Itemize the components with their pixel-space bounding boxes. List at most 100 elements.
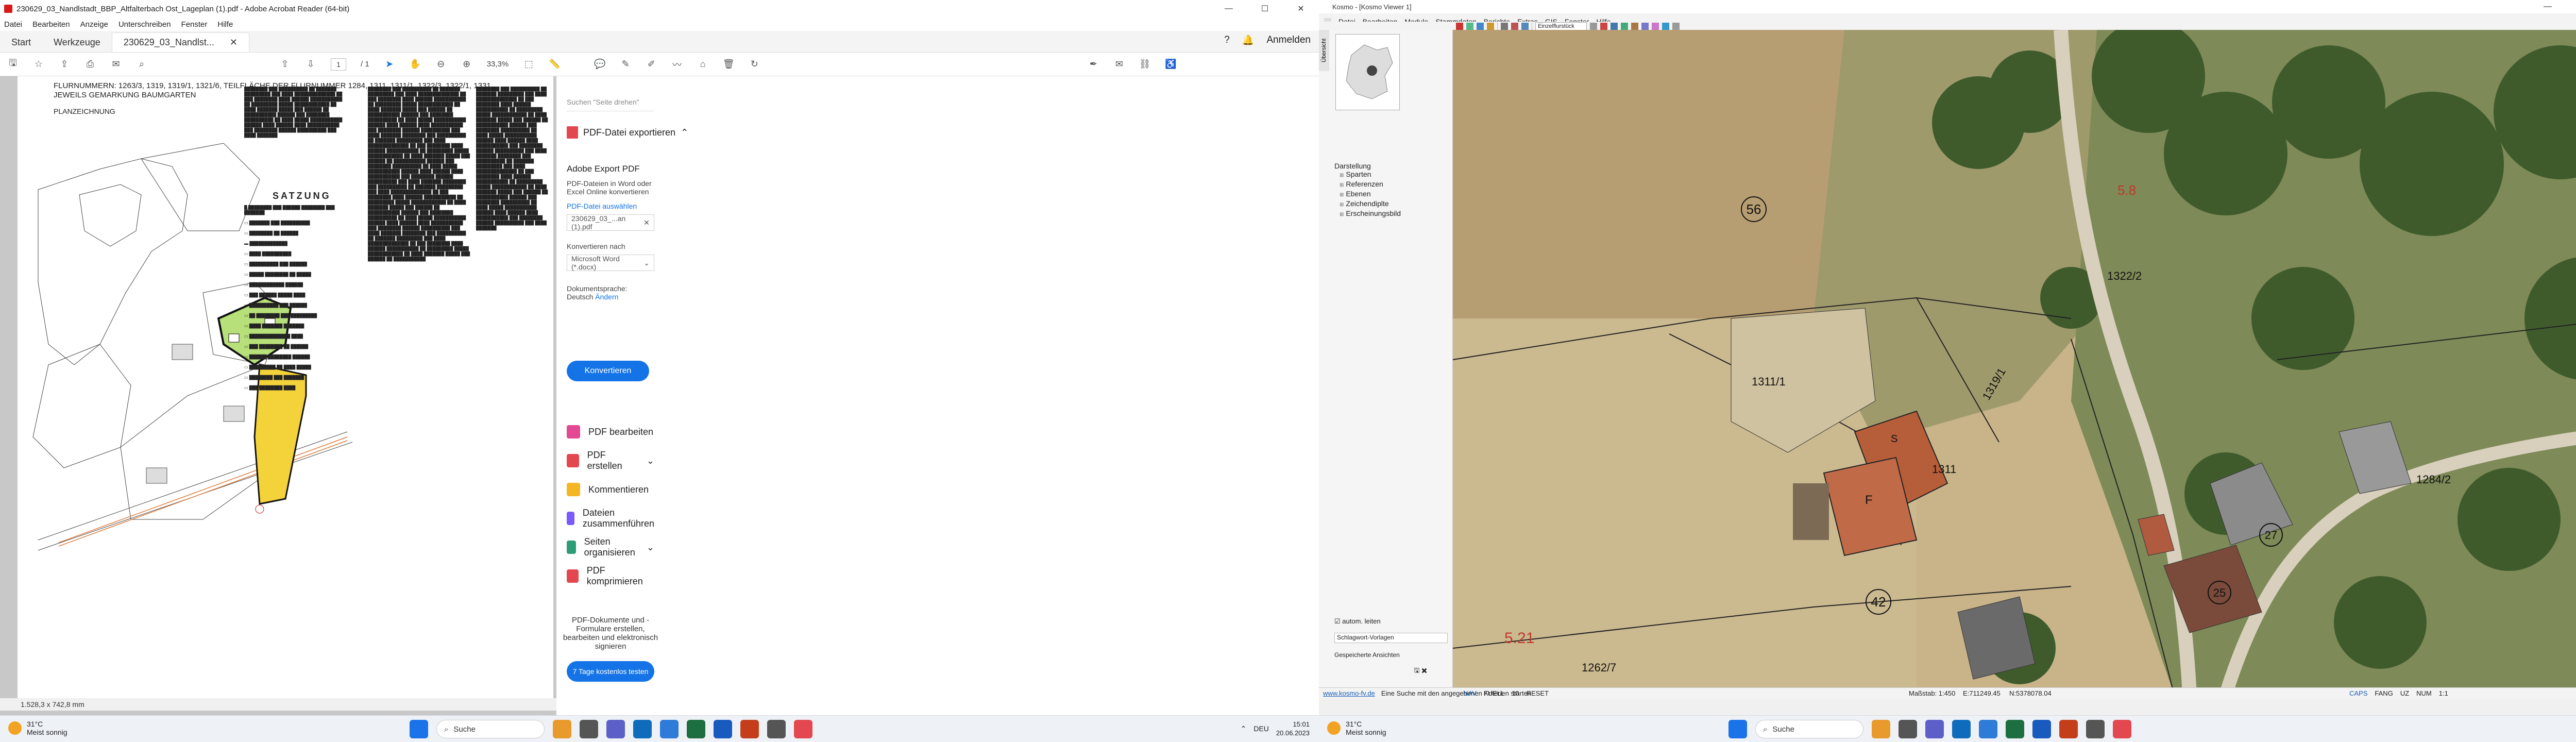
change-language-link[interactable]: Ändern — [595, 293, 618, 301]
kosmo-tool-icon[interactable] — [1466, 23, 1473, 30]
menu-bearbeiten[interactable]: Bearbeiten — [32, 20, 70, 29]
pen-icon[interactable]: ✎ — [620, 59, 631, 70]
select-cursor-icon[interactable]: ➤ — [384, 59, 395, 70]
format-select[interactable]: Microsoft Word (*.docx) ⌄ — [567, 255, 654, 271]
tab-start[interactable]: Start — [0, 32, 42, 52]
excel-icon[interactable] — [687, 720, 705, 738]
print-icon[interactable]: ⎙ — [84, 59, 96, 70]
kosmo-tool-icon[interactable] — [1621, 23, 1628, 30]
weather-widget[interactable]: 31°C Meist sonnig — [1327, 720, 1386, 736]
export-pdf-header[interactable]: PDF-Datei exportieren ⌃ — [567, 126, 688, 139]
menu-datei[interactable]: Datei — [4, 20, 22, 29]
tool-kommentieren[interactable]: Kommentieren — [567, 475, 654, 504]
template-select[interactable]: Schlagwort-Vorlagen — [1334, 633, 1448, 643]
clock[interactable]: 15:01 20.06.2023 — [1276, 720, 1310, 737]
rotate-icon[interactable]: ↻ — [749, 59, 760, 70]
maximize-icon[interactable]: ☐ — [2566, 0, 2576, 13]
page-number-input[interactable]: 1 — [331, 58, 346, 71]
parcel-mode-select[interactable]: Einzelflurstück — [1535, 22, 1587, 30]
kosmo-tool-icon[interactable] — [1590, 23, 1597, 30]
kosmo-tool-icon[interactable] — [1501, 23, 1508, 30]
taskbar-search[interactable]: ⌕ Suche — [436, 720, 545, 738]
kosmo-tool-icon[interactable] — [1600, 23, 1607, 30]
zoom-in-icon[interactable]: ⊕ — [461, 59, 472, 70]
stamp-icon[interactable]: ⌂ — [697, 59, 708, 70]
tree-node-erscheinungsbild[interactable]: Erscheinungsbild — [1334, 209, 1401, 219]
tab-werkzeuge[interactable]: Werkzeuge — [42, 32, 112, 52]
tab-close-icon[interactable]: ✕ — [230, 37, 238, 48]
page-up-icon[interactable]: ⇧ — [279, 59, 291, 70]
hand-icon[interactable]: ✋ — [409, 59, 420, 70]
mode-fuell[interactable]: FUELL — [1484, 689, 1504, 697]
kosmo-tool-icon[interactable] — [1456, 23, 1463, 30]
fit-page-icon[interactable]: ⬚ — [523, 59, 534, 70]
windows-start-icon[interactable] — [410, 720, 428, 738]
highlight-icon[interactable]: ✐ — [646, 59, 657, 70]
trial-button[interactable]: 7 Tage kostenlos testen — [567, 661, 654, 682]
kosmo-tool-icon[interactable] — [1672, 23, 1680, 30]
zoom-value[interactable]: 33,3% — [487, 60, 509, 69]
overview-map[interactable] — [1335, 34, 1400, 110]
menu-fenster[interactable]: Fenster — [181, 20, 208, 29]
accessibility-icon[interactable]: ♿ — [1165, 59, 1176, 70]
search-icon[interactable]: ⌕ — [136, 59, 147, 70]
tool-pdf-komprimieren[interactable]: PDF komprimieren — [567, 562, 654, 591]
menu-anzeige[interactable]: Anzeige — [80, 20, 108, 29]
tree-node-sparten[interactable]: Sparten — [1334, 170, 1401, 180]
close-icon[interactable]: ✕ — [1283, 0, 1319, 18]
kosmo-tool-icon[interactable] — [1641, 23, 1649, 30]
edge-icon[interactable] — [1952, 720, 1971, 738]
flag-uz[interactable]: UZ — [2400, 689, 2409, 697]
tree-node-zeichendiplte[interactable]: Zeichendiplte — [1334, 199, 1401, 209]
kosmo-tool-icon[interactable] — [1521, 23, 1529, 30]
overview-tab[interactable]: Übersicht — [1319, 30, 1329, 71]
powerpoint-icon[interactable] — [740, 720, 759, 738]
chevron-down-icon[interactable]: ⌄ — [647, 456, 654, 466]
mode-10[interactable]: 10 — [1512, 689, 1519, 697]
sign-icon[interactable]: ✒ — [1088, 59, 1099, 70]
taskview-icon[interactable] — [580, 720, 598, 738]
app-icon[interactable] — [767, 720, 786, 738]
taskview-icon[interactable] — [1899, 720, 1917, 738]
minimize-icon[interactable]: — — [1211, 0, 1247, 18]
app-icon[interactable] — [2086, 720, 2105, 738]
chevron-up-icon[interactable]: ⌃ — [1241, 724, 1247, 733]
tools-search-input[interactable]: Suchen "Seite drehen" — [567, 93, 654, 111]
windows-start-icon[interactable] — [1728, 720, 1747, 738]
tree-node-referenzen[interactable]: Referenzen — [1334, 180, 1401, 190]
delete-icon[interactable]: 🗑 — [723, 59, 735, 70]
aerial-map[interactable]: 56 5.8 1322/2 1311/1 1319/1 S 1311 F 128… — [1453, 30, 2576, 695]
ruler-icon[interactable]: 📏 — [549, 59, 560, 70]
kosmo-tool-icon[interactable] — [1487, 23, 1494, 30]
tool-seiten-organisieren[interactable]: Seiten organisieren ⌄ — [567, 533, 654, 562]
maximize-icon[interactable]: ☐ — [1247, 0, 1283, 18]
selected-file[interactable]: 230629_03_...an (1).pdf ✕ — [567, 214, 654, 231]
tab-document[interactable]: 230629_03_Nandlst... ✕ — [111, 32, 249, 52]
remove-file-icon[interactable]: ✕ — [643, 218, 650, 227]
close-icon[interactable]: ✖ — [1421, 666, 1427, 674]
taskbar-search[interactable]: ⌕ Suche — [1755, 720, 1863, 738]
anmelden-button[interactable]: Anmelden — [1266, 35, 1311, 46]
language-indicator[interactable]: DEU — [1253, 724, 1269, 733]
page-down-icon[interactable]: ⇩ — [305, 59, 316, 70]
comment-icon[interactable]: 💬 — [594, 59, 605, 70]
word-icon[interactable] — [2032, 720, 2051, 738]
teams-icon[interactable] — [1925, 720, 1944, 738]
link-icon[interactable]: ⛓ — [1139, 59, 1151, 70]
share-mail-icon[interactable]: ✉ — [1113, 59, 1125, 70]
outlook-icon[interactable] — [660, 720, 679, 738]
save-icon[interactable]: 🖫 — [7, 58, 19, 70]
menu-hilfe[interactable]: Hilfe — [217, 20, 233, 29]
zoom-out-icon[interactable]: ⊖ — [435, 59, 447, 70]
chevron-up-icon[interactable]: ⌃ — [681, 127, 688, 138]
tool-pdf-erstellen[interactable]: PDF erstellen ⌄ — [567, 446, 654, 475]
file-explorer-icon[interactable] — [1872, 720, 1890, 738]
mode-reset[interactable]: RESET — [1527, 689, 1549, 697]
word-icon[interactable] — [714, 720, 732, 738]
autofocus-checkbox[interactable]: ☑ autom. leiten — [1334, 617, 1448, 626]
file-explorer-icon[interactable] — [553, 720, 571, 738]
kosmo-tool-icon[interactable] — [1662, 23, 1669, 30]
edge-icon[interactable] — [633, 720, 652, 738]
menu-unterschreiben[interactable]: Unterschreiben — [118, 20, 171, 29]
select-pdf-link[interactable]: PDF-Datei auswählen — [567, 202, 659, 210]
